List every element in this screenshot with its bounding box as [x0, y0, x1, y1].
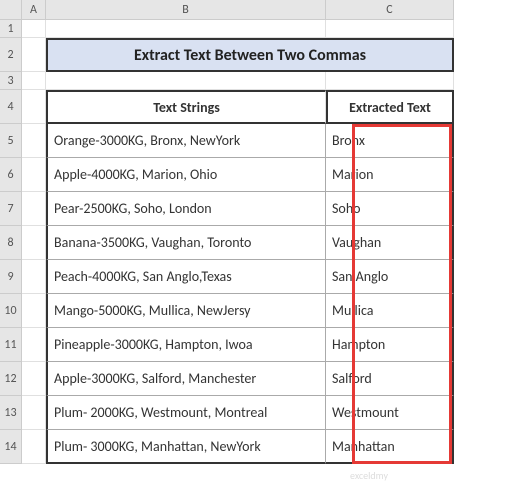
table-row[interactable]: Banana-3500KG, Vaughan, Toronto: [46, 226, 326, 260]
watermark: exceldmy: [350, 470, 388, 481]
page-title: Extract Text Between Two Commas: [46, 38, 454, 72]
table-row[interactable]: Pear-2500KG, Soho, London: [46, 192, 326, 226]
table-row[interactable]: San Anglo: [326, 260, 454, 294]
table-row[interactable]: Salford: [326, 362, 454, 396]
cell-A11[interactable]: [22, 328, 46, 362]
cell-A7[interactable]: [22, 192, 46, 226]
cell-A4[interactable]: [22, 90, 46, 124]
cell-A2[interactable]: [22, 38, 46, 72]
table-row[interactable]: Vaughan: [326, 226, 454, 260]
table-row[interactable]: Peach-4000KG, San Anglo,Texas: [46, 260, 326, 294]
table-row[interactable]: Apple-3000KG, Salford, Manchester: [46, 362, 326, 396]
table-row[interactable]: Marion: [326, 158, 454, 192]
cell-A8[interactable]: [22, 226, 46, 260]
table-row[interactable]: Mango-5000KG, Mullica, NewJersy: [46, 294, 326, 328]
row-header-6[interactable]: 6: [0, 158, 22, 192]
table-row[interactable]: Mullica: [326, 294, 454, 328]
cell-A3[interactable]: [22, 72, 46, 90]
cell-A1[interactable]: [22, 20, 46, 38]
table-row[interactable]: Bronx: [326, 124, 454, 158]
row-header-1[interactable]: 1: [0, 20, 22, 38]
cell-A5[interactable]: [22, 124, 46, 158]
table-row[interactable]: Hampton: [326, 328, 454, 362]
row-header-13[interactable]: 13: [0, 396, 22, 430]
row-header-12[interactable]: 12: [0, 362, 22, 396]
column-header-A[interactable]: A: [22, 0, 46, 20]
row-header-2[interactable]: 2: [0, 38, 22, 72]
column-header-B[interactable]: B: [46, 0, 326, 20]
table-row[interactable]: Plum- 2000KG, Westmount, Montreal: [46, 396, 326, 430]
row-header-10[interactable]: 10: [0, 294, 22, 328]
row-header-5[interactable]: 5: [0, 124, 22, 158]
table-row[interactable]: Apple-4000KG, Marion, Ohio: [46, 158, 326, 192]
row-header-9[interactable]: 9: [0, 260, 22, 294]
table-row[interactable]: Westmount: [326, 396, 454, 430]
cell-A14[interactable]: [22, 430, 46, 464]
row-header-14[interactable]: 14: [0, 430, 22, 464]
cell-C1[interactable]: [326, 20, 454, 38]
row-header-4[interactable]: 4: [0, 90, 22, 124]
cell-B1[interactable]: [46, 20, 326, 38]
table-row[interactable]: Pineapple-3000KG, Hampton, Iwoa: [46, 328, 326, 362]
table-row[interactable]: Plum- 3000KG, Manhattan, NewYork: [46, 430, 326, 464]
select-all-corner[interactable]: [0, 0, 22, 20]
column-header-C[interactable]: C: [326, 0, 454, 20]
row-header-11[interactable]: 11: [0, 328, 22, 362]
cell-A12[interactable]: [22, 362, 46, 396]
table-row[interactable]: Manhattan: [326, 430, 454, 464]
table-row[interactable]: Orange-3000KG, Bronx, NewYork: [46, 124, 326, 158]
table-header-extracted-text: Extracted Text: [326, 90, 454, 124]
cell-A6[interactable]: [22, 158, 46, 192]
row-header-7[interactable]: 7: [0, 192, 22, 226]
cell-A10[interactable]: [22, 294, 46, 328]
table-row[interactable]: Soho: [326, 192, 454, 226]
spreadsheet-grid[interactable]: ABC 12 Extract Text Between Two Commas 34 Te…: [0, 0, 506, 464]
cell-A13[interactable]: [22, 396, 46, 430]
table-header-text-strings: Text Strings: [46, 90, 326, 124]
cell-A9[interactable]: [22, 260, 46, 294]
row-header-3[interactable]: 3: [0, 72, 22, 90]
cell-B3[interactable]: [46, 72, 326, 90]
row-header-8[interactable]: 8: [0, 226, 22, 260]
cell-C3[interactable]: [326, 72, 454, 90]
